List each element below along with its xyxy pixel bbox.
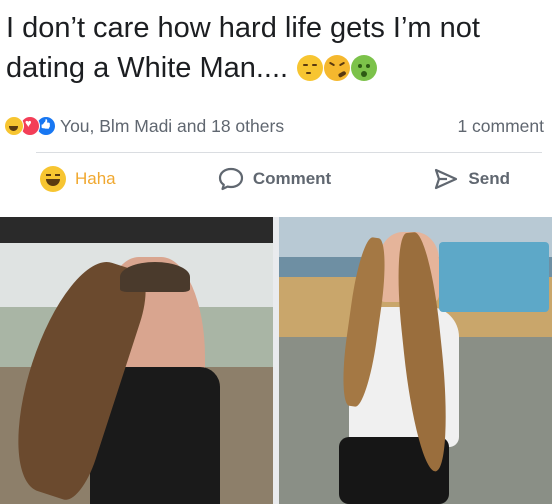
reactions-summary[interactable]: You, Blm Madi and 18 others 1 comment [4,111,548,141]
reaction-icons [4,116,56,136]
carnival-booth [439,242,549,312]
confounded-emoji-icon [324,55,351,81]
photo-right[interactable] [279,217,552,504]
comment-label: Comment [252,169,332,188]
haha-label: Haha [75,169,116,188]
post-actions-bar: Haha Comment Send [0,158,552,200]
hair-top [120,262,190,292]
haha-face-icon [40,166,66,192]
divider [36,152,542,153]
reacted-by-text[interactable]: You, Blm Madi and 18 others [60,116,457,137]
photo-left[interactable] [0,217,273,504]
post-text: I don’t care how hard life gets I’m not … [6,12,480,84]
comment-bubble-icon [218,167,243,191]
smirk-emoji-icon [297,55,324,81]
comment-button[interactable]: Comment [218,167,331,191]
post-text-block: I don’t care how hard life gets I’m not … [6,8,546,88]
haha-reaction-icon [4,116,24,136]
send-label: Send [468,169,510,188]
nauseated-emoji-icon [351,55,378,81]
send-button[interactable]: Send [433,167,510,191]
send-arrow-icon [435,168,458,190]
haha-button[interactable]: Haha [40,166,116,192]
photo-collage[interactable] [0,217,552,504]
comment-count-link[interactable]: 1 comment [457,116,544,137]
